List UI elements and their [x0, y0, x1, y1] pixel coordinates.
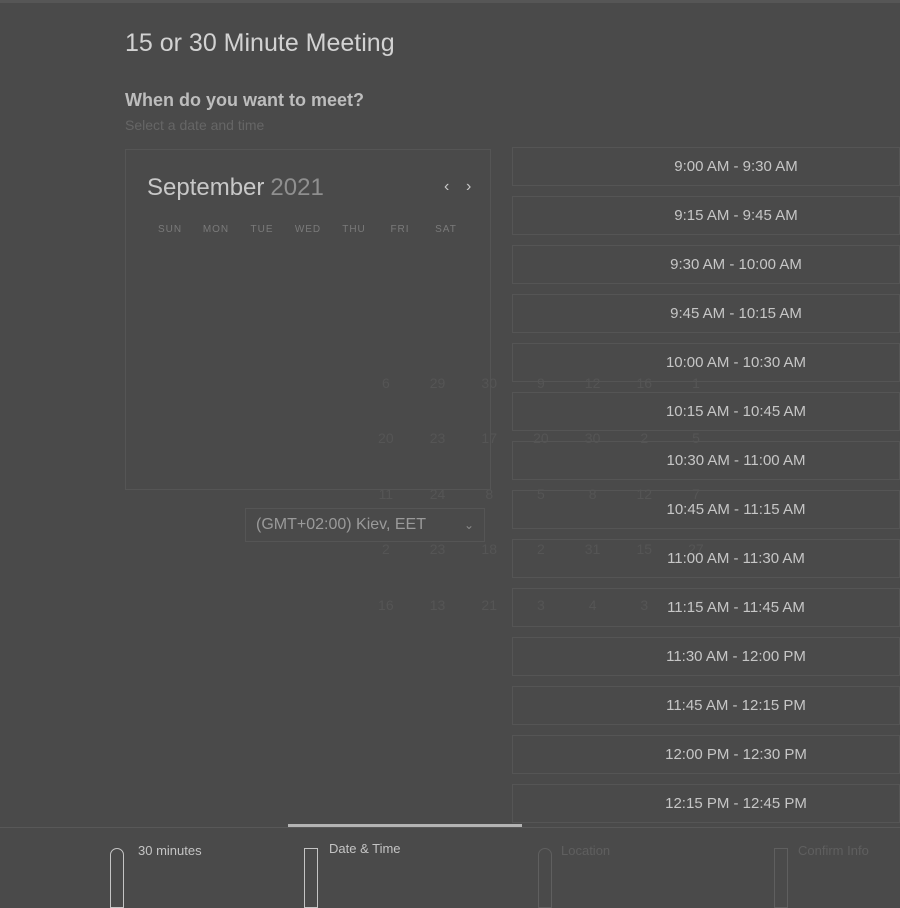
- location-pin-icon: [538, 848, 552, 908]
- day-cell: 23: [429, 430, 446, 447]
- day-cell: 11: [378, 485, 394, 502]
- day-cell: 13: [429, 596, 446, 613]
- calendar-month-year: September 2021: [147, 174, 324, 202]
- weekday-header: SUN MON TUE WED THU FRI SAT: [147, 224, 469, 235]
- day-cell: 20: [378, 430, 394, 447]
- day-cell: 17: [481, 430, 497, 447]
- time-slot-button[interactable]: 9:00 AM - 9:30 AM: [512, 147, 900, 186]
- time-slot-button[interactable]: 10:30 AM - 11:00 AM: [512, 441, 900, 480]
- step-label: Location: [561, 843, 611, 858]
- next-month-icon[interactable]: ›: [466, 178, 471, 196]
- subtitle: Select a date and time: [125, 117, 265, 133]
- step-label: Date & Time: [329, 841, 401, 856]
- calendar-month: September: [147, 174, 265, 201]
- step-label: Confirm Info: [798, 843, 869, 858]
- step-bar: 30 minutes Date & Time Location Confirm …: [0, 827, 900, 908]
- time-slot-button[interactable]: 11:15 AM - 11:45 AM: [512, 588, 900, 627]
- top-border: [0, 0, 900, 3]
- day-cell: 21: [481, 596, 497, 613]
- time-slot-button[interactable]: 11:30 AM - 12:00 PM: [512, 637, 900, 676]
- time-slot-button[interactable]: 10:45 AM - 11:15 AM: [512, 490, 900, 529]
- day-cell: 6: [381, 374, 390, 391]
- step-label: 30 minutes: [138, 843, 202, 858]
- time-slot-button[interactable]: 12:00 PM - 12:30 PM: [512, 735, 900, 774]
- clipboard-icon: [774, 848, 788, 908]
- day-cell: 30: [481, 374, 497, 391]
- time-slot-button[interactable]: 11:00 AM - 11:30 AM: [512, 539, 900, 578]
- prev-month-icon[interactable]: ‹: [444, 178, 449, 196]
- page-title: 15 or 30 Minute Meeting: [125, 29, 395, 57]
- weekday-wed: WED: [294, 224, 322, 235]
- weekday-thu: THU: [342, 224, 366, 235]
- time-slot-button[interactable]: 11:45 AM - 12:15 PM: [512, 686, 900, 725]
- time-slot-button[interactable]: 10:00 AM - 10:30 AM: [512, 343, 900, 382]
- day-cell: 29: [429, 374, 446, 391]
- calendar-year: 2021: [270, 174, 324, 201]
- time-slot-button[interactable]: 12:15 PM - 12:45 PM: [512, 784, 900, 823]
- day-cell: 2: [381, 541, 390, 558]
- weekday-mon: MON: [202, 224, 230, 235]
- clock-icon: [110, 848, 124, 908]
- question-heading: When do you want to meet?: [125, 90, 364, 110]
- weekday-sat: SAT: [435, 224, 457, 235]
- day-cell: 24: [429, 485, 446, 502]
- weekday-sun: SUN: [157, 224, 183, 235]
- day-cell: 8: [485, 485, 494, 502]
- time-slot-button[interactable]: 9:15 AM - 9:45 AM: [512, 196, 900, 235]
- weekday-fri: FRI: [390, 224, 410, 235]
- calendar-icon: [304, 848, 318, 908]
- day-cell: 16: [378, 596, 394, 613]
- time-slot-button[interactable]: 9:45 AM - 10:15 AM: [512, 294, 900, 333]
- weekday-tue: TUE: [250, 224, 274, 235]
- time-slot-list: 9:00 AM - 9:30 AM 9:15 AM - 9:45 AM 9:30…: [512, 147, 900, 833]
- day-cell: 18: [481, 541, 497, 558]
- day-cell: 23: [429, 541, 446, 558]
- time-slot-button[interactable]: 10:15 AM - 10:45 AM: [512, 392, 900, 431]
- time-slot-button[interactable]: 9:30 AM - 10:00 AM: [512, 245, 900, 284]
